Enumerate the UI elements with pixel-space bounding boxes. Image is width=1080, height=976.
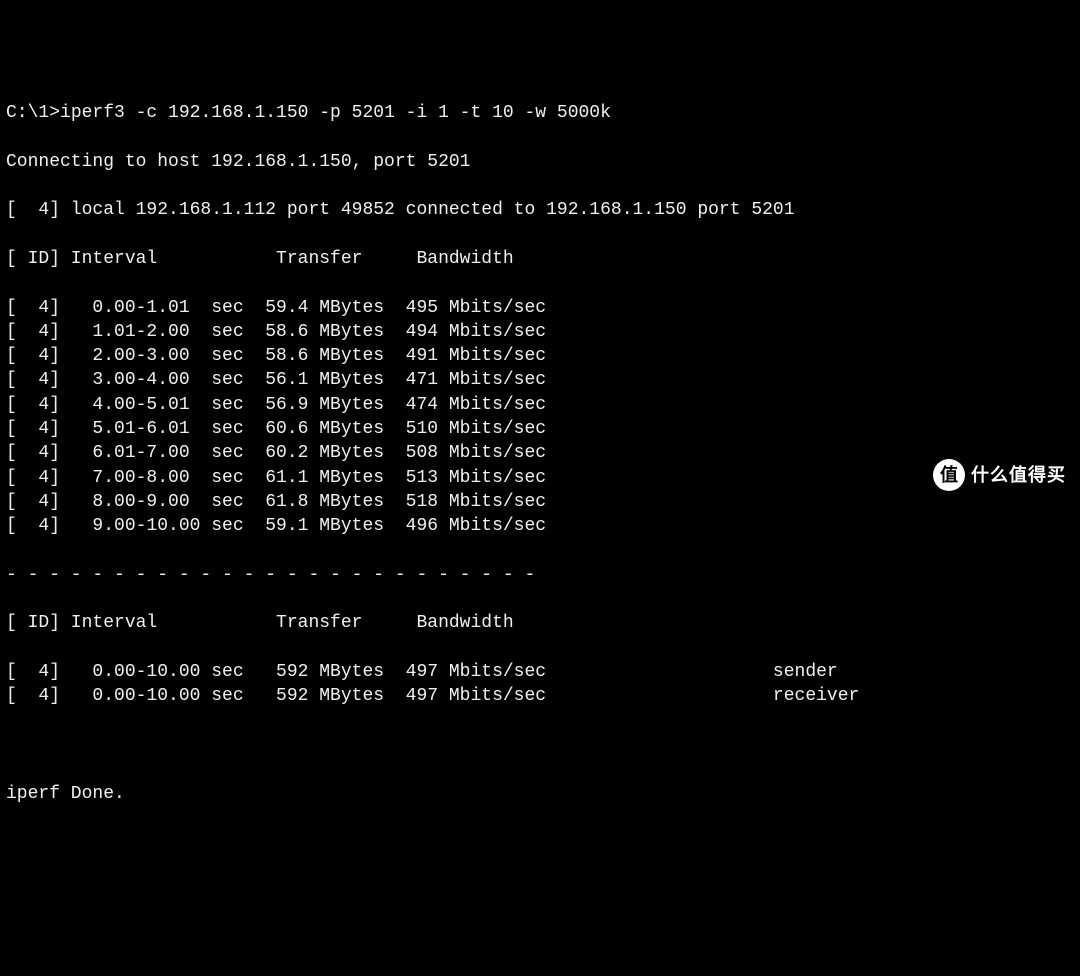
blank-line — [6, 733, 1074, 757]
command: iperf3 -c 192.168.1.150 -p 5201 -i 1 -t … — [60, 103, 611, 123]
connecting-line: Connecting to host 192.168.1.150, port 5… — [6, 150, 1074, 174]
summary-header: [ ID] Interval Transfer Bandwidth — [6, 611, 1074, 635]
interval-row: [ 4] 9.00-10.00 sec 59.1 MBytes 496 Mbit… — [6, 514, 1074, 538]
interval-row: [ 4] 0.00-1.01 sec 59.4 MBytes 495 Mbits… — [6, 296, 1074, 320]
table-header: [ ID] Interval Transfer Bandwidth — [6, 247, 1074, 271]
interval-row: [ 4] 3.00-4.00 sec 56.1 MBytes 471 Mbits… — [6, 368, 1074, 392]
watermark-text: 什么值得买 — [971, 463, 1066, 487]
interval-rows: [ 4] 0.00-1.01 sec 59.4 MBytes 495 Mbits… — [6, 296, 1074, 539]
summary-rows: [ 4] 0.00-10.00 sec 592 MBytes 497 Mbits… — [6, 660, 1074, 709]
separator: - - - - - - - - - - - - - - - - - - - - … — [6, 563, 1074, 587]
prompt-line[interactable]: C:\1>iperf3 -c 192.168.1.150 -p 5201 -i … — [6, 101, 1074, 125]
summary-row: [ 4] 0.00-10.00 sec 592 MBytes 497 Mbits… — [6, 684, 1074, 708]
done-line: iperf Done. — [6, 782, 1074, 806]
interval-row: [ 4] 5.01-6.01 sec 60.6 MBytes 510 Mbits… — [6, 417, 1074, 441]
summary-row: [ 4] 0.00-10.00 sec 592 MBytes 497 Mbits… — [6, 660, 1074, 684]
interval-row: [ 4] 2.00-3.00 sec 58.6 MBytes 491 Mbits… — [6, 344, 1074, 368]
watermark-badge-icon: 值 — [933, 459, 965, 491]
interval-row: [ 4] 8.00-9.00 sec 61.8 MBytes 518 Mbits… — [6, 490, 1074, 514]
watermark: 值 什么值得买 — [933, 459, 1066, 491]
interval-row: [ 4] 7.00-8.00 sec 61.1 MBytes 513 Mbits… — [6, 466, 1074, 490]
local-line: [ 4] local 192.168.1.112 port 49852 conn… — [6, 198, 1074, 222]
prompt: C:\1> — [6, 103, 60, 123]
interval-row: [ 4] 4.00-5.01 sec 56.9 MBytes 474 Mbits… — [6, 393, 1074, 417]
interval-row: [ 4] 1.01-2.00 sec 58.6 MBytes 494 Mbits… — [6, 320, 1074, 344]
interval-row: [ 4] 6.01-7.00 sec 60.2 MBytes 508 Mbits… — [6, 441, 1074, 465]
